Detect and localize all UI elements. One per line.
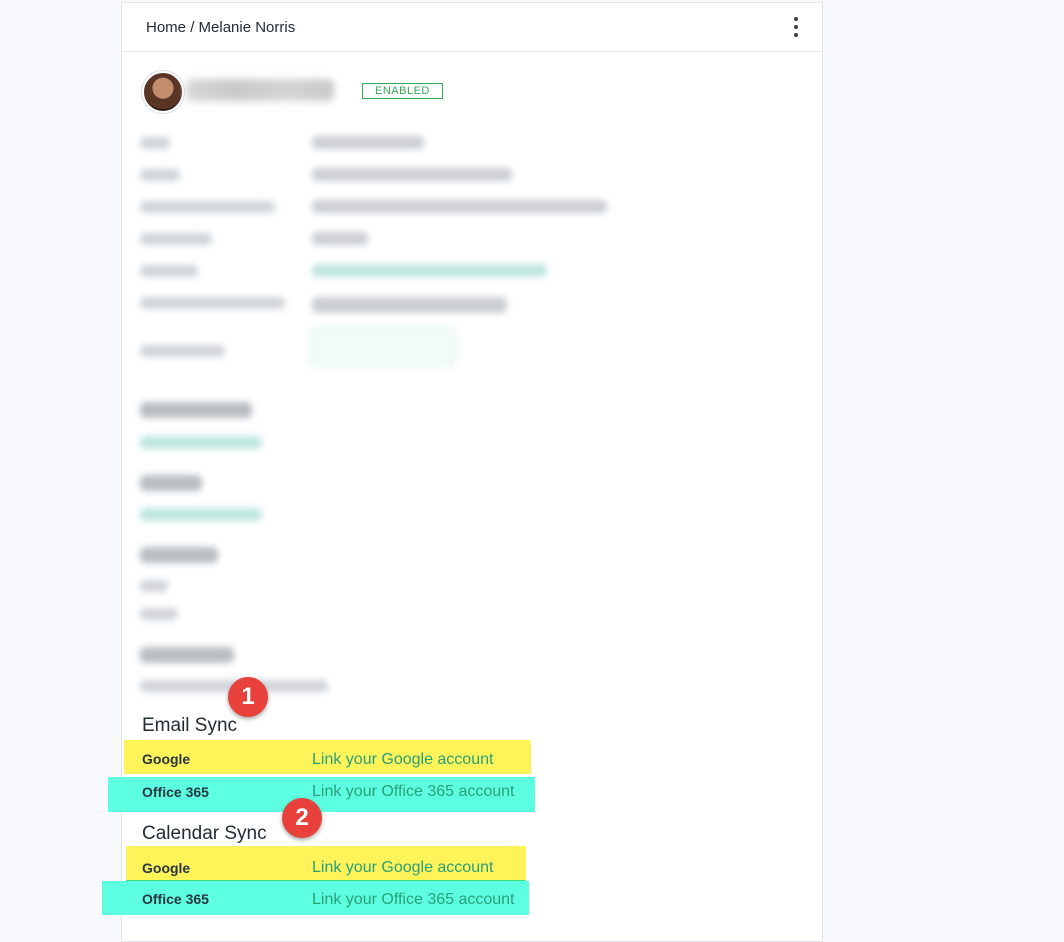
status-badge: ENABLED [362, 83, 443, 99]
breadcrumb-separator: / [190, 19, 195, 36]
email-sync-title: Email Sync [142, 715, 238, 736]
calendar-sync-office365-label: Office 365 [142, 891, 209, 907]
annotation-marker-1: 1 [228, 677, 268, 717]
breadcrumb-current: Melanie Norris [198, 19, 296, 36]
email-sync-google-link[interactable]: Link your Google account [312, 751, 493, 769]
kebab-menu-icon[interactable] [792, 17, 800, 37]
annotation-marker-2: 2 [282, 798, 322, 838]
email-sync-office365-row: Office 365 Link your Office 365 account [108, 777, 535, 812]
email-sync-google-label: Google [142, 751, 191, 767]
breadcrumb: Home / Melanie Norris [146, 19, 295, 36]
blurred-user-name [186, 79, 334, 101]
email-sync-office365-link[interactable]: Link your Office 365 account [312, 783, 515, 801]
profile-header: ENABLED [142, 71, 742, 113]
calendar-sync-google-link[interactable]: Link your Google account [312, 859, 493, 877]
avatar [142, 71, 184, 113]
calendar-sync-google-row: Google Link your Google account [126, 846, 526, 884]
email-sync-google-row: Google Link your Google account [124, 740, 531, 774]
card-header: Home / Melanie Norris [122, 3, 822, 52]
email-sync-office365-label: Office 365 [142, 784, 209, 800]
breadcrumb-home[interactable]: Home [146, 19, 186, 36]
calendar-sync-google-label: Google [142, 860, 191, 876]
calendar-sync-office365-row: Office 365 Link your Office 365 account [102, 881, 529, 915]
calendar-sync-office365-link[interactable]: Link your Office 365 account [312, 891, 515, 909]
calendar-sync-title: Calendar Sync [142, 823, 267, 844]
